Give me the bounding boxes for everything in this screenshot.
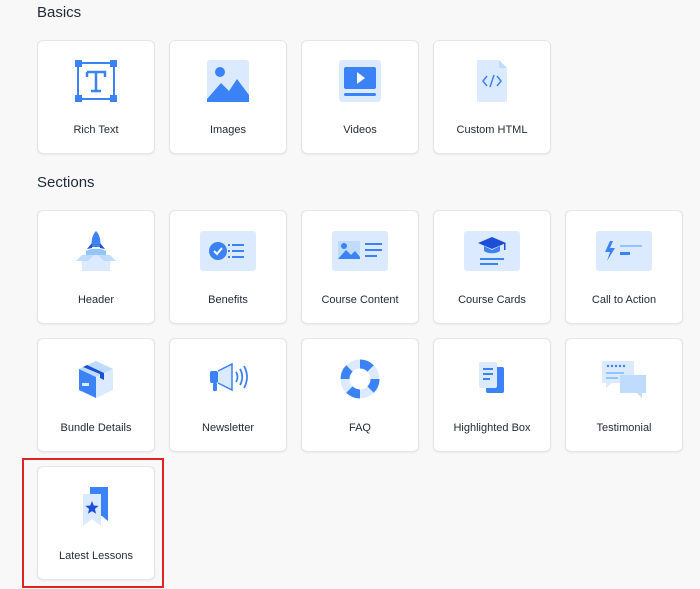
highlighted-box-tile[interactable]: Highlighted Box — [433, 338, 551, 452]
text-box-icon — [66, 59, 126, 103]
call-to-action-tile[interactable]: Call to Action — [565, 210, 683, 324]
newsletter-tile[interactable]: Newsletter — [169, 338, 287, 452]
chat-bubbles-icon — [594, 357, 654, 401]
course-cards-tile[interactable]: Course Cards — [433, 210, 551, 324]
tile-label: Course Content — [321, 294, 399, 306]
tile-label: Highlighted Box — [453, 422, 531, 434]
rocket-box-icon — [66, 229, 126, 273]
lifebuoy-icon — [330, 357, 390, 401]
faq-tile[interactable]: FAQ — [301, 338, 419, 452]
tile-label: Newsletter — [202, 422, 254, 434]
tile-label: Call to Action — [591, 294, 657, 306]
rich-text-tile[interactable]: Rich Text — [37, 40, 155, 154]
tile-label: Bundle Details — [60, 422, 132, 434]
tile-label: Videos — [343, 124, 377, 136]
graduation-cap-icon — [462, 229, 522, 273]
videos-tile[interactable]: Videos — [301, 40, 419, 154]
lightning-icon — [594, 229, 654, 273]
images-tile[interactable]: Images — [169, 40, 287, 154]
tile-label: Header — [77, 294, 115, 306]
tile-label: Testimonial — [596, 422, 652, 434]
bookmark-star-icon — [66, 485, 126, 529]
header-tile[interactable]: Header — [37, 210, 155, 324]
tile-label: Course Cards — [458, 294, 526, 306]
basics-heading: Basics — [37, 4, 82, 21]
code-file-icon — [462, 59, 522, 103]
image-icon — [198, 59, 258, 103]
tile-label: Custom HTML — [456, 124, 528, 136]
course-content-tile[interactable]: Course Content — [301, 210, 419, 324]
megaphone-icon — [198, 357, 258, 401]
benefits-tile[interactable]: Benefits — [169, 210, 287, 324]
tile-label: Latest Lessons — [59, 550, 133, 562]
testimonial-tile[interactable]: Testimonial — [565, 338, 683, 452]
tile-label: Benefits — [208, 294, 248, 306]
tile-label: Rich Text — [73, 124, 119, 136]
video-player-icon — [330, 59, 390, 103]
document-stack-icon — [462, 357, 522, 401]
tile-label: Images — [209, 124, 247, 136]
latest-lessons-tile[interactable]: Latest Lessons — [37, 466, 155, 580]
image-text-icon — [330, 229, 390, 273]
custom-html-tile[interactable]: Custom HTML — [433, 40, 551, 154]
bundle-details-tile[interactable]: Bundle Details — [37, 338, 155, 452]
tile-label: FAQ — [348, 422, 371, 434]
badge-list-icon — [198, 229, 258, 273]
sections-heading: Sections — [37, 174, 95, 191]
package-box-icon — [66, 357, 126, 401]
